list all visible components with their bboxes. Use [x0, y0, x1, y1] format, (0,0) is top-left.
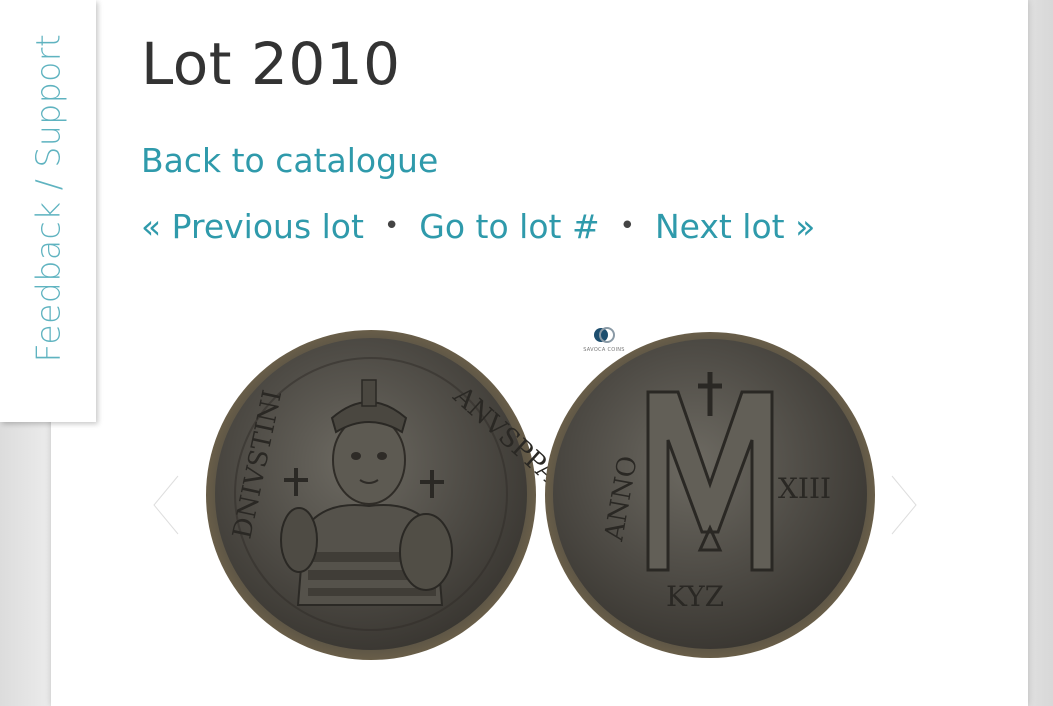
back-to-catalogue-link[interactable]: Back to catalogue — [141, 141, 438, 180]
lot-navigation: « Previous lot • Go to lot # • Next lot » — [141, 207, 815, 246]
chevron-left-icon[interactable] — [146, 470, 186, 540]
coin-image-carousel: ANVSPPAV DNIVSTINI KYZ XIII ANNO SAVOCA … — [140, 320, 940, 670]
coin-obverse: ANVSPPAV DNIVSTINI — [206, 330, 578, 660]
next-lot-link[interactable]: Next lot » — [655, 207, 815, 246]
svg-text:KYZ: KYZ — [666, 580, 724, 613]
go-to-lot-link[interactable]: Go to lot # — [419, 207, 599, 246]
page: Feedback / Support Lot 2010 Back to cata… — [0, 0, 1053, 706]
coin-reverse: KYZ XIII ANNO — [545, 332, 875, 658]
feedback-support-label: Feedback / Support — [28, 33, 68, 363]
nav-separator: • — [383, 211, 400, 241]
watermark-logo: SAVOCA COINS — [577, 326, 631, 353]
feedback-support-tab[interactable]: Feedback / Support — [0, 0, 96, 422]
svg-text:XIII: XIII — [778, 472, 831, 505]
chevron-right-icon[interactable] — [884, 470, 924, 540]
coin-photo[interactable]: ANVSPPAV DNIVSTINI KYZ XIII ANNO SAVOCA … — [204, 320, 876, 665]
page-title: Lot 2010 — [141, 30, 401, 98]
previous-lot-link[interactable]: « Previous lot — [141, 207, 364, 246]
watermark-text: SAVOCA COINS — [583, 347, 625, 353]
nav-separator: • — [619, 211, 635, 241]
